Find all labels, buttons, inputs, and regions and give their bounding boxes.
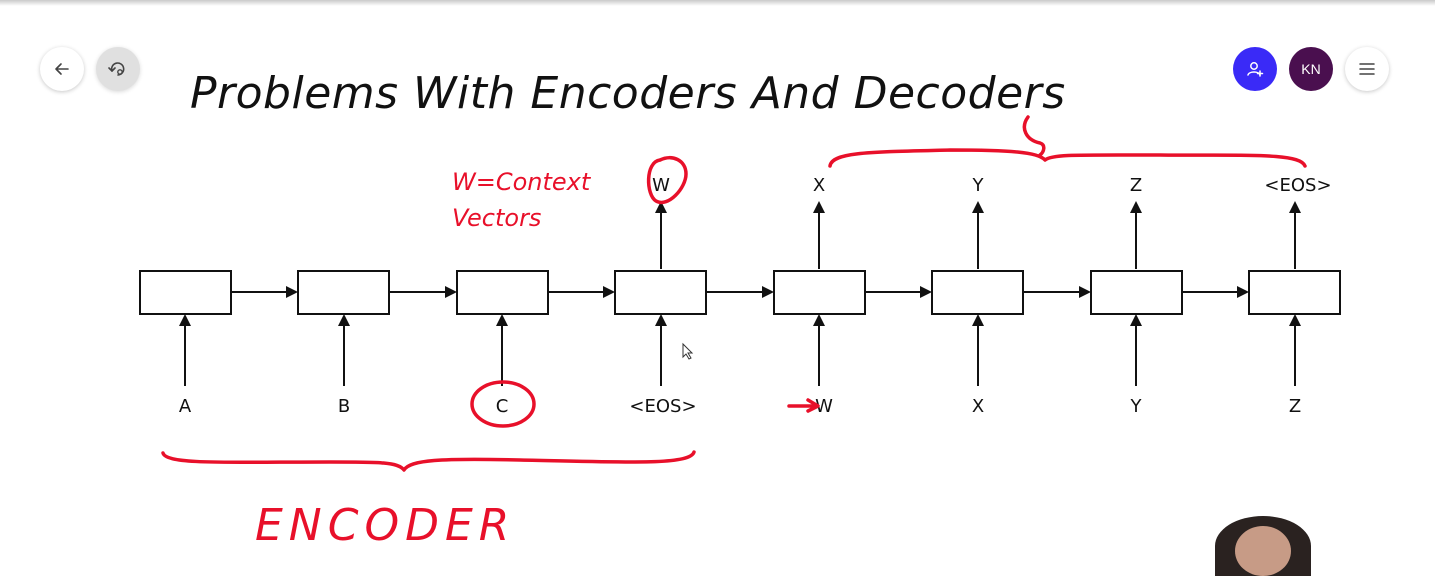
redo-icon [108,62,125,76]
arrow-left-icon [55,63,69,75]
rnn-cell [297,270,390,315]
output-label: <EOS> [1264,175,1331,196]
input-label: Y [1130,396,1143,417]
presenter-face [1235,526,1291,576]
annotation-decoder-brace [828,148,1307,168]
annotation-arrow-input-w [787,398,820,413]
annotation-context-line2: Vectors [452,204,541,232]
whiteboard-canvas[interactable]: Problems With Encoders And Decoders A B … [0,0,1435,543]
input-label: C [496,396,509,417]
input-label: B [338,396,350,417]
output-label: Z [1130,175,1142,196]
annotation-encoder-brace [161,450,696,472]
annotation-brace-tip [1022,115,1046,157]
output-labels: W X Y Z <EOS> [652,175,1331,196]
hamburger-menu-icon [1359,63,1375,75]
output-label: Y [972,175,985,196]
annotation-encoder-label: ENCODER [255,500,515,543]
slide-title: Problems With Encoders And Decoders [190,68,1066,119]
rnn-cell [614,270,707,315]
input-labels: A B C <EOS> W X Y Z [179,396,1301,417]
input-label: X [972,396,984,417]
share-button[interactable] [1233,47,1277,91]
output-label: W [652,175,670,196]
rnn-cell [1248,270,1341,315]
input-label: <EOS> [629,396,696,417]
annotation-context-line1: W=Context [452,168,592,196]
rnn-cell [1090,270,1183,315]
person-add-icon [1247,62,1264,77]
input-label: A [179,396,192,417]
output-label: X [813,175,825,196]
mouse-cursor-icon [682,342,694,360]
rnn-cell [931,270,1024,315]
input-label: Z [1289,396,1301,417]
presenter-video-thumbnail [1215,516,1311,576]
input-arrows [179,314,1301,386]
back-button[interactable] [40,47,84,91]
user-avatar-button[interactable]: KN [1289,47,1333,91]
avatar-initials: KN [1301,61,1321,77]
rnn-cell [139,270,232,315]
menu-button[interactable] [1345,47,1389,91]
output-arrows [655,201,1301,269]
rnn-cell [456,270,549,315]
redo-button[interactable] [96,47,140,91]
rnn-cell [773,270,866,315]
